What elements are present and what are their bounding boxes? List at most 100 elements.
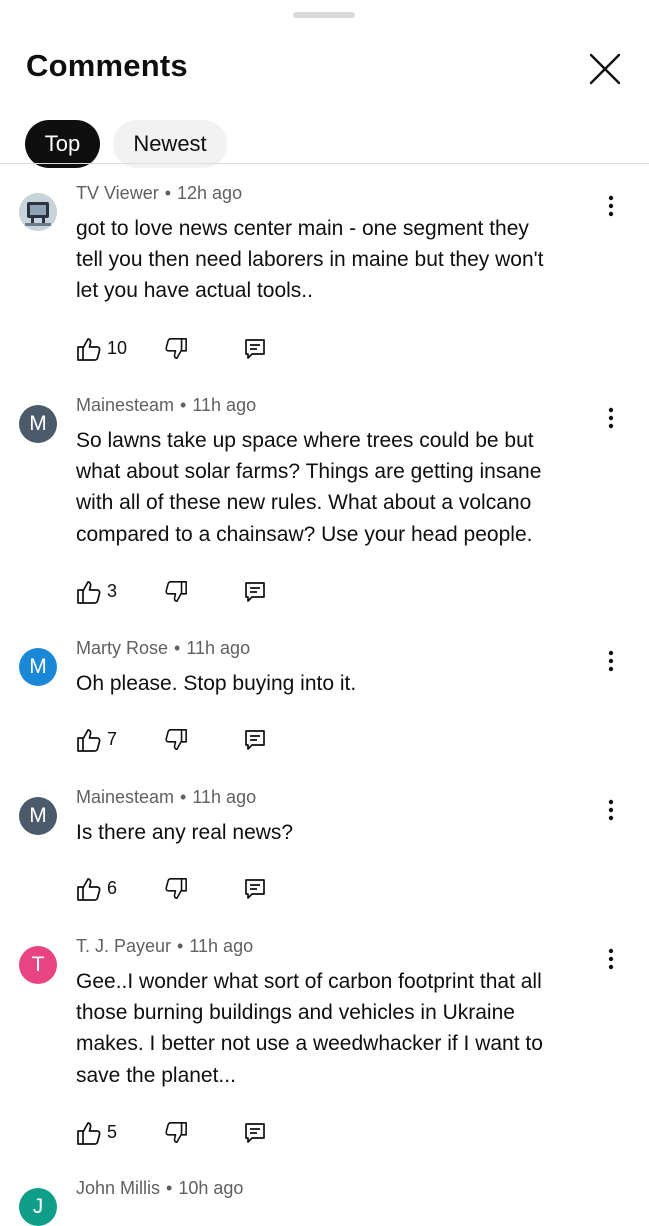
- dislike-button[interactable]: [164, 336, 188, 362]
- comment-meta: TV Viewer • 12h ago: [76, 183, 243, 203]
- avatar-letter: M: [29, 655, 47, 678]
- avatar-letter: J: [32, 1195, 44, 1218]
- tv-avatar-image: [19, 193, 57, 231]
- comment-meta: Marty Rose • 11h ago: [76, 638, 251, 658]
- more-vert-icon: [608, 407, 614, 429]
- comment-time: 12h ago: [177, 183, 243, 203]
- avatar-letter: T: [31, 953, 45, 976]
- comment-line: those burning buildings and vehicles in …: [76, 1001, 515, 1025]
- like-button[interactable]: 7: [76, 727, 117, 753]
- like-count: 5: [107, 1122, 118, 1142]
- more-options-button[interactable]: [600, 797, 622, 823]
- avatar[interactable]: [19, 193, 57, 231]
- reply-button[interactable]: [244, 338, 266, 360]
- comment-text: Is there any real news?: [76, 817, 596, 848]
- comments-sheet: Comments Top Newest TV Viewer • 12h ago go…: [0, 0, 649, 1226]
- avatar[interactable]: M: [19, 648, 57, 686]
- comment-time: 11h ago: [192, 787, 257, 807]
- thumbs-up-icon: [77, 878, 101, 901]
- close-icon: [589, 53, 621, 85]
- comment-author[interactable]: T. J. Payeur: [76, 936, 171, 956]
- tabs-divider: [0, 163, 649, 164]
- like-count: 10: [107, 338, 128, 358]
- avatar[interactable]: J: [19, 1188, 57, 1226]
- comment-time: 10h ago: [178, 1178, 244, 1198]
- comment-author[interactable]: TV Viewer: [76, 183, 159, 203]
- comment-time: 11h ago: [186, 638, 251, 658]
- thumbs-down-icon: [165, 338, 187, 360]
- thumbs-up-icon: [77, 1122, 101, 1145]
- like-button[interactable]: 10: [76, 336, 127, 362]
- reply-button[interactable]: [244, 729, 266, 751]
- like-count: 6: [107, 878, 118, 898]
- more-options-button[interactable]: [600, 193, 622, 219]
- like-button[interactable]: 6: [76, 876, 117, 902]
- thumbs-up-icon: [77, 581, 101, 604]
- reply-button[interactable]: [244, 878, 266, 900]
- comment-time: 11h ago: [189, 936, 254, 956]
- thumbs-down-icon: [165, 1122, 187, 1144]
- comment-line: So lawns take up space where trees could…: [76, 429, 534, 452]
- comment-line: Is there any real news?: [76, 821, 294, 844]
- comment-author[interactable]: Mainesteam: [76, 395, 174, 415]
- reply-button[interactable]: [244, 1122, 266, 1144]
- tab-top[interactable]: Top: [25, 120, 100, 168]
- like-count: 3: [107, 581, 118, 601]
- more-options-button[interactable]: [600, 946, 622, 972]
- comment-author[interactable]: Marty Rose: [76, 638, 168, 658]
- reply-comment-icon: [245, 879, 265, 899]
- comment-time: 11h ago: [192, 395, 257, 415]
- more-vert-icon: [608, 195, 614, 217]
- comment-line: makes. I better not use a weedwhacker if…: [76, 1032, 543, 1056]
- comment-author[interactable]: Mainesteam: [76, 787, 174, 807]
- avatar[interactable]: T: [19, 946, 57, 984]
- like-button[interactable]: 3: [76, 579, 117, 605]
- comment-author[interactable]: John Millis: [76, 1178, 160, 1198]
- thumbs-up-icon: [77, 729, 101, 752]
- avatar-letter: M: [29, 412, 47, 435]
- comment-meta: Mainesteam • 11h ago: [76, 395, 257, 415]
- page-title: Comments: [26, 48, 188, 83]
- comment-line: save the planet...: [76, 1063, 236, 1087]
- comment-text: So lawns take up space where trees could…: [76, 425, 596, 550]
- thumbs-down-icon: [165, 729, 187, 751]
- reply-comment-icon: [245, 1123, 265, 1143]
- like-button[interactable]: 5: [76, 1120, 117, 1146]
- reply-comment-icon: [245, 730, 265, 750]
- reply-button[interactable]: [244, 581, 266, 603]
- comment-text: Gee..I wonder what sort of carbon footpr…: [76, 966, 596, 1091]
- thumbs-down-icon: [165, 581, 187, 603]
- avatar-letter: M: [29, 804, 47, 827]
- comment-text: Oh please. Stop buying into it.: [76, 668, 596, 699]
- reply-comment-icon: [245, 582, 265, 602]
- more-options-button[interactable]: [600, 648, 622, 674]
- avatar[interactable]: M: [19, 405, 57, 443]
- comment-line: compared to a chainsaw? Use your head pe…: [76, 522, 533, 546]
- comment-line: Oh please. Stop buying into it.: [76, 672, 357, 695]
- more-vert-icon: [608, 650, 614, 672]
- more-options-button[interactable]: [600, 405, 622, 431]
- comment-line: with all of these new rules. What about …: [76, 491, 532, 515]
- comment-line: Gee..I wonder what sort of carbon footpr…: [76, 970, 542, 993]
- close-button[interactable]: [586, 50, 624, 88]
- more-vert-icon: [608, 948, 614, 970]
- comment-meta: Mainesteam • 11h ago: [76, 787, 257, 807]
- comment-text: got to love news center main - one segme…: [76, 213, 596, 307]
- dislike-button[interactable]: [164, 876, 188, 902]
- dislike-button[interactable]: [164, 579, 188, 605]
- avatar[interactable]: M: [19, 797, 57, 835]
- comment-line: what about solar farms? Things are getti…: [76, 460, 542, 484]
- like-count: 7: [107, 729, 118, 749]
- more-vert-icon: [608, 799, 614, 821]
- thumbs-down-icon: [165, 878, 187, 900]
- drag-handle[interactable]: [293, 12, 355, 18]
- dislike-button[interactable]: [164, 727, 188, 753]
- dislike-button[interactable]: [164, 1120, 188, 1146]
- comment-line: got to love news center main - one segme…: [76, 217, 529, 240]
- comment-meta: T. J. Payeur • 11h ago: [76, 936, 254, 956]
- comment-line: let you have actual tools..: [76, 279, 313, 303]
- reply-comment-icon: [245, 339, 265, 359]
- tab-newest[interactable]: Newest: [113, 120, 227, 168]
- comment-line: tell you then need laborers in maine but…: [76, 248, 544, 272]
- comment-meta: John Millis • 10h ago: [76, 1178, 244, 1198]
